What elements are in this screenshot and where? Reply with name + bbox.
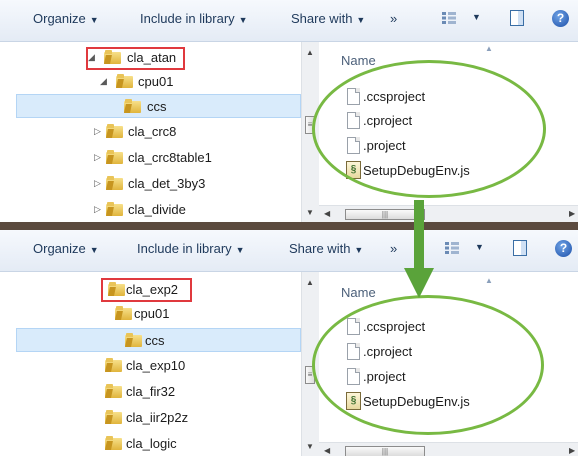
folder-icon: [106, 176, 123, 190]
scroll-left-icon[interactable]: ◀: [324, 209, 330, 218]
share-with-button[interactable]: Share with ▼: [289, 241, 363, 256]
command-bar: Organize ▼ Include in library ▼ Share with…: [0, 230, 578, 272]
help-icon[interactable]: ?: [552, 10, 569, 27]
folder-icon: [105, 384, 122, 398]
tree-item-label: cpu01: [134, 306, 170, 321]
tree-item-label: cla_det_3by3: [128, 176, 206, 191]
expanded-arrow-icon[interactable]: ◢: [100, 76, 107, 87]
tree-item-label: ccs: [145, 333, 165, 348]
explorer-window-after: Organize ▼ Include in library ▼ Share with…: [0, 230, 578, 456]
tree-item-label: cla_logic: [126, 436, 177, 451]
sort-ascending-icon: ▲: [485, 276, 493, 285]
navigation-tree: cla_exp2 cpu01 ccs cla_exp10 cla_fir32 c…: [0, 272, 301, 456]
change-view-icon[interactable]: [441, 11, 457, 25]
column-header-name[interactable]: Name: [341, 285, 376, 300]
tree-item-ccs[interactable]: ccs: [16, 94, 301, 118]
tree-item-ccs[interactable]: ccs: [16, 328, 301, 352]
folder-icon: [105, 410, 122, 424]
tree-item-label: cla_fir32: [126, 384, 176, 399]
tree-item-cla-fir32[interactable]: cla_fir32: [0, 380, 300, 404]
include-in-library-label: Include in library: [137, 241, 232, 256]
folder-icon: [106, 150, 123, 164]
tree-item-cla-exp10[interactable]: cla_exp10: [0, 354, 300, 378]
folder-icon: [105, 358, 122, 372]
tree-item-cla-crc8[interactable]: ▷ cla_crc8: [0, 120, 300, 144]
more-commands-button[interactable]: »: [390, 241, 397, 256]
panel-divider: [0, 222, 578, 230]
tree-item-label: cla_crc8table1: [128, 150, 212, 165]
include-in-library-button[interactable]: Include in library ▼: [137, 241, 245, 256]
scroll-up-icon[interactable]: ▲: [306, 278, 314, 287]
collapsed-arrow-icon[interactable]: ▷: [94, 178, 101, 189]
highlight-box: [86, 47, 185, 70]
command-bar: Organize ▼ Include in library ▼ Share with…: [0, 0, 578, 42]
preview-pane-icon[interactable]: [510, 10, 524, 26]
tree-item-cla-logic[interactable]: cla_logic: [0, 432, 300, 456]
folder-icon: [115, 306, 132, 320]
tree-item-label: cla_exp10: [126, 358, 186, 373]
dropdown-arrow-icon: ▼: [354, 245, 364, 255]
navigation-tree: ◢ cla_atan ◢ cpu01 ccs ▷ cla_crc8 ▷ cla_…: [0, 42, 301, 222]
green-highlight-ellipse: [312, 295, 544, 435]
dropdown-arrow-icon: ▼: [89, 245, 99, 255]
preview-pane-icon[interactable]: [513, 240, 527, 256]
scroll-up-icon[interactable]: ▲: [306, 48, 314, 57]
file-list-horizontal-scrollbar[interactable]: ◀ ||| ▶: [319, 442, 578, 456]
views-dropdown-icon[interactable]: ▼: [475, 242, 484, 252]
green-highlight-ellipse: [312, 60, 546, 198]
scroll-right-icon[interactable]: ▶: [569, 446, 575, 455]
collapsed-arrow-icon[interactable]: ▷: [94, 204, 101, 215]
include-in-library-button[interactable]: Include in library ▼: [140, 11, 248, 26]
highlight-box: [101, 278, 192, 302]
explorer-window-before: Organize ▼ Include in library ▼ Share with…: [0, 0, 578, 222]
dropdown-arrow-icon: ▼: [238, 15, 248, 25]
more-commands-button[interactable]: »: [390, 11, 397, 26]
folder-icon: [124, 99, 141, 113]
include-in-library-label: Include in library: [140, 11, 235, 26]
scroll-left-icon[interactable]: ◀: [324, 446, 330, 455]
organize-label: Organize: [33, 11, 86, 26]
scroll-down-icon[interactable]: ▼: [306, 442, 314, 451]
tree-item-label: cla_crc8: [128, 124, 177, 139]
tree-item-cla-divide[interactable]: ▷ cla_divide: [0, 198, 300, 222]
scrollbar-thumb[interactable]: |||: [345, 446, 425, 456]
dropdown-arrow-icon: ▼: [89, 15, 99, 25]
organize-label: Organize: [33, 241, 86, 256]
views-dropdown-icon[interactable]: ▼: [472, 12, 481, 22]
dropdown-arrow-icon: ▼: [235, 245, 245, 255]
collapsed-arrow-icon[interactable]: ▷: [94, 126, 101, 137]
tree-item-cla-det-3by3[interactable]: ▷ cla_det_3by3: [0, 172, 300, 196]
scroll-down-icon[interactable]: ▼: [306, 208, 314, 217]
share-with-label: Share with: [291, 11, 353, 26]
organize-button[interactable]: Organize ▼: [33, 241, 99, 256]
file-list-horizontal-scrollbar[interactable]: ◀ ||| ▶: [319, 205, 578, 222]
share-with-label: Share with: [289, 241, 351, 256]
column-header-name[interactable]: Name: [341, 53, 376, 68]
tree-item-label: cla_iir2p2z: [126, 410, 189, 425]
folder-icon: [125, 333, 142, 347]
folder-icon: [116, 74, 133, 88]
tree-item-cla-iir2p2z[interactable]: cla_iir2p2z: [0, 406, 300, 430]
collapsed-arrow-icon[interactable]: ▷: [94, 152, 101, 163]
folder-icon: [105, 436, 122, 450]
dropdown-arrow-icon: ▼: [356, 15, 366, 25]
folder-icon: [106, 124, 123, 138]
sort-ascending-icon: ▲: [485, 44, 493, 53]
tree-item-cla-crc8table1[interactable]: ▷ cla_crc8table1: [0, 146, 300, 170]
help-icon[interactable]: ?: [555, 240, 572, 257]
tree-item-label: cla_divide: [128, 202, 186, 217]
share-with-button[interactable]: Share with ▼: [291, 11, 365, 26]
organize-button[interactable]: Organize ▼: [33, 11, 99, 26]
tree-item-cpu01[interactable]: cpu01: [0, 302, 300, 326]
tree-item-label: ccs: [147, 99, 167, 114]
tree-item-cpu01[interactable]: ◢ cpu01: [0, 70, 300, 94]
change-view-icon[interactable]: [444, 241, 460, 255]
scroll-right-icon[interactable]: ▶: [569, 209, 575, 218]
folder-icon: [106, 202, 123, 216]
down-arrow-icon: [404, 200, 434, 298]
tree-item-label: cpu01: [138, 74, 174, 89]
